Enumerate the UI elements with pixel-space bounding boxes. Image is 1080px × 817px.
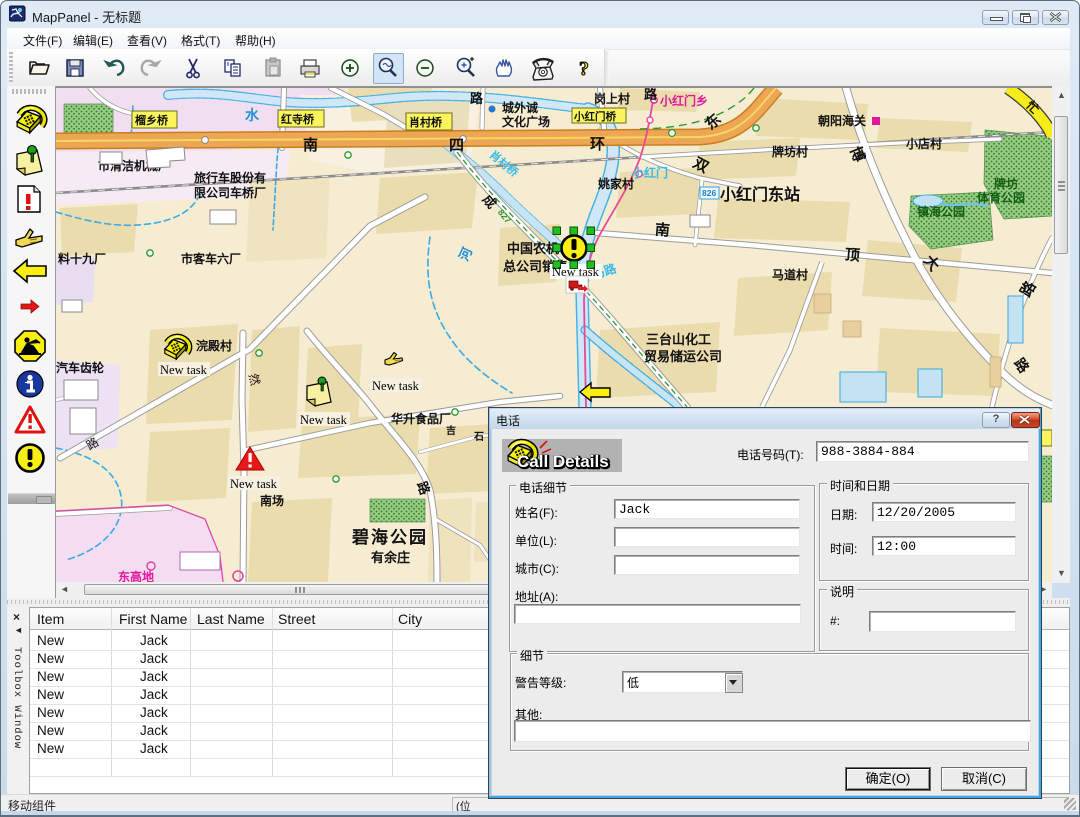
svg-text:环: 环 xyxy=(590,136,605,153)
svg-text:榴乡桥: 榴乡桥 xyxy=(135,113,169,127)
svg-text:贸易储运公司: 贸易储运公司 xyxy=(644,349,722,364)
svg-text:旅行车股份有: 旅行车股份有 xyxy=(194,170,266,185)
svg-text:城外诚: 城外诚 xyxy=(502,100,538,115)
svg-text:Call Details: Call Details xyxy=(517,452,609,471)
svg-text:中国农机: 中国农机 xyxy=(507,241,559,256)
svg-text:华升食品厂: 华升食品厂 xyxy=(391,411,451,426)
svg-text:马道村: 马道村 xyxy=(772,267,808,282)
svg-text:吉: 吉 xyxy=(446,424,456,437)
svg-text:小红门桥: 小红门桥 xyxy=(573,110,616,123)
svg-text:路: 路 xyxy=(470,91,484,106)
svg-text:南: 南 xyxy=(303,136,318,154)
svg-text:牌坊: 牌坊 xyxy=(994,176,1018,191)
svg-text:顶: 顶 xyxy=(844,246,860,264)
svg-text:水: 水 xyxy=(245,107,260,123)
svg-text:?: ? xyxy=(579,58,589,80)
svg-text:南场: 南场 xyxy=(260,493,284,508)
svg-text:限公司车桥厂: 限公司车桥厂 xyxy=(194,185,266,200)
svg-text:汽车齿轮: 汽车齿轮 xyxy=(56,360,105,375)
svg-text:石: 石 xyxy=(473,431,484,443)
svg-text:体育公园: 体育公园 xyxy=(977,190,1025,205)
svg-text:New task: New task xyxy=(230,477,278,491)
svg-text:New task: New task xyxy=(300,413,348,427)
svg-text:南: 南 xyxy=(654,220,671,239)
svg-text:小红门乡: 小红门乡 xyxy=(660,93,708,108)
svg-text:朝阳海关: 朝阳海关 xyxy=(818,113,866,128)
svg-text:四: 四 xyxy=(449,137,464,154)
svg-text:有余庄: 有余庄 xyxy=(371,550,410,565)
svg-text:牌坊村: 牌坊村 xyxy=(772,144,808,159)
svg-text:New task: New task xyxy=(160,363,208,377)
svg-text:料十九厂: 料十九厂 xyxy=(58,251,106,266)
svg-text:New task: New task xyxy=(372,379,420,393)
svg-text:红寺桥: 红寺桥 xyxy=(281,112,315,126)
svg-text:文化广场: 文化广场 xyxy=(502,114,550,129)
svg-text:小红门东站: 小红门东站 xyxy=(720,185,800,204)
svg-text:浣殿村: 浣殿村 xyxy=(196,338,232,353)
svg-text:肖村桥: 肖村桥 xyxy=(409,115,443,129)
svg-text:路: 路 xyxy=(644,88,658,102)
svg-text:岗上村: 岗上村 xyxy=(594,91,630,106)
svg-text:碧海公园: 碧海公园 xyxy=(351,527,428,547)
svg-text:镇海公园: 镇海公园 xyxy=(917,204,965,219)
svg-text:小店村: 小店村 xyxy=(906,136,942,151)
svg-text:826: 826 xyxy=(702,188,716,198)
svg-text:市客车六厂: 市客车六厂 xyxy=(181,251,241,266)
svg-text:姚家村: 姚家村 xyxy=(597,176,634,191)
svg-text:三台山化工: 三台山化工 xyxy=(646,332,711,347)
svg-text:东高地: 东高地 xyxy=(118,569,154,582)
svg-text:小红门: 小红门 xyxy=(632,165,668,180)
